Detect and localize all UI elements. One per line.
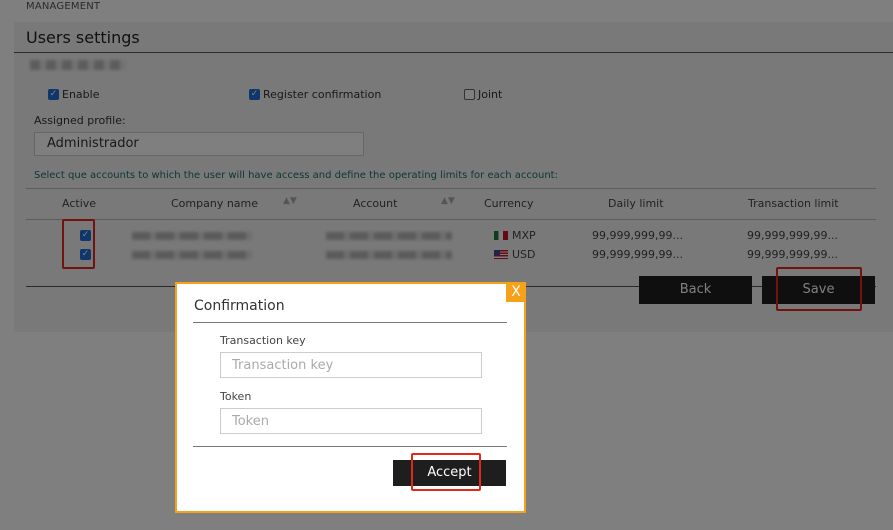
token-input[interactable] <box>220 408 482 434</box>
transaction-key-input[interactable] <box>220 352 482 378</box>
dialog-title: Confirmation <box>194 298 285 314</box>
token-label: Token <box>220 390 252 403</box>
close-icon[interactable]: X <box>506 282 526 302</box>
dialog-header-divider <box>193 322 507 323</box>
dialog-footer-divider <box>193 446 507 447</box>
transaction-key-label: Transaction key <box>220 334 306 347</box>
accept-button-highlight <box>411 453 481 491</box>
confirmation-dialog: X Confirmation Transaction key Token Acc… <box>175 282 526 513</box>
